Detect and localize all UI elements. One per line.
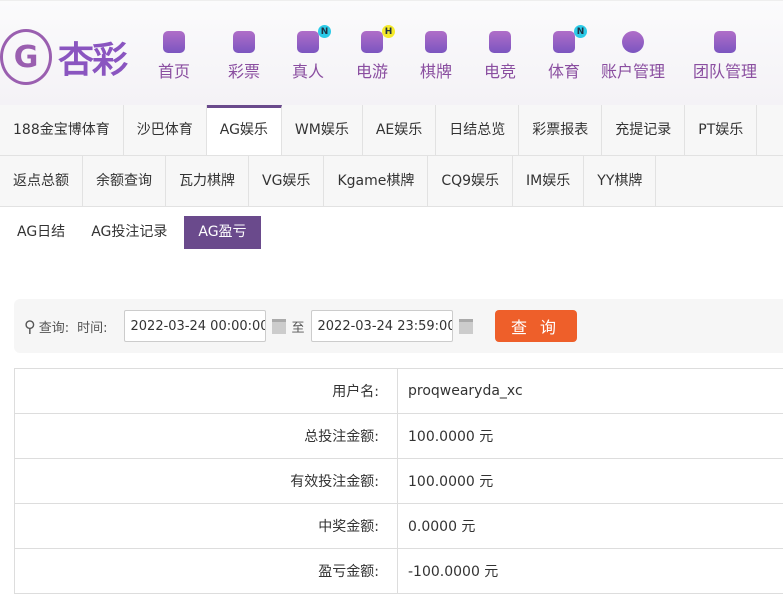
row-value: proqwearyda_xc [398,369,783,414]
nav-home[interactable]: 首页 [148,31,200,82]
home-icon [163,31,185,53]
trophy-icon: N [553,31,575,53]
end-time-input[interactable] [311,310,453,342]
tab-deposit-records[interactable]: 充提记录 [602,105,685,155]
brand-name: 杏彩 [58,31,126,83]
header: G 杏彩 首页 彩票 N 真人 H 电游 棋牌 电竞 N 体育 账户管理 团队管理 [0,0,783,105]
tab-wali[interactable]: 瓦力棋牌 [166,156,249,206]
team-icon [714,31,736,53]
subtab-ag-daily[interactable]: AG日结 [8,216,74,249]
table-row: 总投注金额:100.0000 元 [15,414,783,459]
row-value: -100.0000 元 [398,549,783,594]
nav-sports[interactable]: N 体育 [532,31,596,82]
calendar-icon[interactable] [272,319,286,334]
search-icon: ⚲ [24,317,36,336]
tab-saba[interactable]: 沙巴体育 [124,105,207,155]
hot-badge: H [382,25,395,38]
tab-ag[interactable]: AG娱乐 [207,105,282,155]
nav-label: 棋牌 [420,58,452,82]
row-label: 总投注金额: [15,414,398,459]
subtab-ag-bets[interactable]: AG投注记录 [82,216,176,249]
to-label: 至 [292,317,305,336]
report-tabs-row1: 188金宝博体育 沙巴体育 AG娱乐 WM娱乐 AE娱乐 日结总览 彩票报表 充… [0,105,783,156]
report-tabs-row2: 返点总额 余额查询 瓦力棋牌 VG娱乐 Kgame棋牌 CQ9娱乐 IM娱乐 Y… [0,156,783,207]
nav-label: 电竞 [484,58,516,82]
calendar-icon[interactable] [459,319,473,334]
tab-cq9[interactable]: CQ9娱乐 [428,156,513,206]
nav-label: 真人 [292,58,324,82]
ticket-icon [233,31,255,53]
tab-im[interactable]: IM娱乐 [513,156,584,206]
tab-balance[interactable]: 余额查询 [83,156,166,206]
profit-table: 用户名:proqwearyda_xc 总投注金额:100.0000 元 有效投注… [14,368,783,594]
tab-wm[interactable]: WM娱乐 [282,105,363,155]
row-value: 100.0000 元 [398,414,783,459]
query-button[interactable]: 查 询 [495,310,577,342]
tab-pt[interactable]: PT娱乐 [685,105,757,155]
new-badge: N [318,25,331,38]
tab-yy[interactable]: YY棋牌 [584,156,656,206]
row-value: 0.0000 元 [398,504,783,549]
nav-label: 团队管理 [693,58,757,82]
cards-icon [425,31,447,53]
tab-kgame[interactable]: Kgame棋牌 [324,156,428,206]
nav-account[interactable]: 账户管理 [596,31,670,82]
gamepad-icon [489,31,511,53]
yen-icon [622,31,644,53]
search-bar: ⚲ 查询: 时间: 至 查 询 [14,299,783,353]
row-label: 有效投注金额: [15,459,398,504]
new-badge: N [574,25,587,38]
table-row: 盈亏金额:-100.0000 元 [15,549,783,594]
time-label: 时间: [77,317,107,336]
nav-live[interactable]: N 真人 [276,31,340,82]
nav-lottery[interactable]: 彩票 [212,31,276,82]
table-row: 用户名:proqwearyda_xc [15,369,783,414]
dealer-icon: N [297,31,319,53]
tab-188[interactable]: 188金宝博体育 [0,105,124,155]
tab-rebate[interactable]: 返点总额 [0,156,83,206]
start-time-input[interactable] [124,310,266,342]
logo[interactable]: G 杏彩 [0,29,126,85]
nav-label: 电游 [356,58,388,82]
row-value: 100.0000 元 [398,459,783,504]
main-nav: 首页 彩票 N 真人 H 电游 棋牌 电竞 N 体育 账户管理 团队管理 [148,31,770,82]
nav-label: 彩票 [228,58,260,82]
row-label: 用户名: [15,369,398,414]
nav-esports[interactable]: 电竞 [468,31,532,82]
nav-label: 首页 [158,58,190,82]
gamepad-icon: H [361,31,383,53]
row-label: 盈亏金额: [15,549,398,594]
tab-ae[interactable]: AE娱乐 [363,105,436,155]
nav-chess[interactable]: 棋牌 [404,31,468,82]
nav-team[interactable]: 团队管理 [680,31,770,82]
tab-vg[interactable]: VG娱乐 [249,156,324,206]
tab-lottery-report[interactable]: 彩票报表 [519,105,602,155]
query-label: 查询: [39,317,69,336]
nav-label: 账户管理 [601,58,665,82]
sub-tabs: AG日结 AG投注记录 AG盈亏 [0,216,261,249]
row-label: 中奖金额: [15,504,398,549]
table-row: 有效投注金额:100.0000 元 [15,459,783,504]
nav-label: 体育 [548,58,580,82]
tab-daily-overview[interactable]: 日结总览 [436,105,519,155]
subtab-ag-profit[interactable]: AG盈亏 [184,216,260,249]
logo-icon: G [0,29,52,85]
table-row: 中奖金额:0.0000 元 [15,504,783,549]
nav-slots[interactable]: H 电游 [340,31,404,82]
